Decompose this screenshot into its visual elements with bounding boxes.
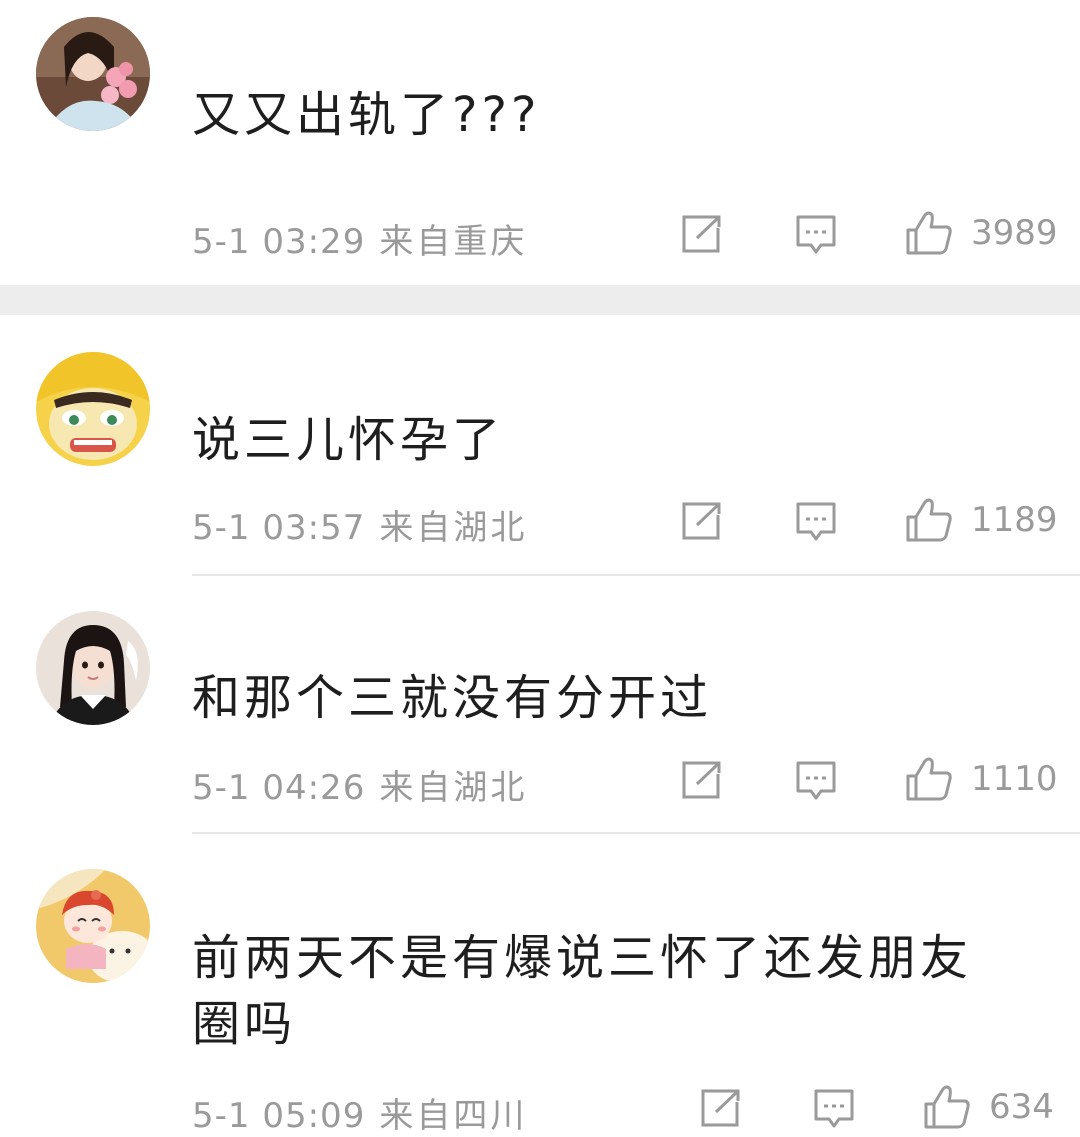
avatar[interactable] bbox=[36, 17, 150, 131]
like-button[interactable]: 634 bbox=[923, 1084, 1054, 1130]
like-icon bbox=[906, 757, 952, 801]
like-button[interactable]: 3989 bbox=[905, 210, 1058, 256]
comment-location: 来自湖北 bbox=[379, 508, 528, 548]
comment-item: 前两天不是有爆说三怀了还发朋友圈吗 5-1 05:09 来自四川 634 bbox=[0, 834, 1080, 1137]
comment-location: 来自湖北 bbox=[379, 768, 528, 808]
like-button[interactable]: 1110 bbox=[905, 756, 1058, 802]
comment-location: 来自四川 bbox=[379, 1096, 528, 1136]
comment-icon bbox=[796, 502, 836, 541]
comment-meta: 5-1 05:09 来自四川 bbox=[192, 1088, 527, 1137]
comment-meta: 5-1 04:26 来自湖北 bbox=[192, 760, 527, 809]
like-count: 634 bbox=[989, 1087, 1054, 1127]
comment-meta: 5-1 03:57 来自湖北 bbox=[192, 500, 527, 549]
comment-date: 5-1 03:57 bbox=[192, 508, 366, 548]
comment-button[interactable] bbox=[813, 1088, 855, 1130]
like-count: 1110 bbox=[971, 759, 1058, 799]
comment-text: 前两天不是有爆说三怀了还发朋友圈吗 bbox=[192, 930, 973, 1052]
comment-text: 说三儿怀孕了 bbox=[192, 412, 505, 468]
avatar-image bbox=[36, 352, 150, 466]
avatar-image bbox=[36, 611, 150, 725]
comment-item: 说三儿怀孕了 5-1 03:57 来自湖北 1189 bbox=[0, 315, 1080, 577]
comment-button[interactable] bbox=[795, 501, 837, 543]
avatar[interactable] bbox=[36, 352, 150, 466]
like-icon bbox=[906, 498, 952, 542]
comment-item: 和那个三就没有分开过 5-1 04:26 来自湖北 1110 bbox=[0, 576, 1080, 834]
like-icon bbox=[924, 1085, 970, 1129]
share-button[interactable] bbox=[681, 214, 723, 254]
share-icon bbox=[682, 502, 721, 540]
comment-item: 又又出轨了??? 5-1 03:29 来自重庆 3989 bbox=[0, 0, 1080, 285]
comment-icon bbox=[796, 761, 836, 800]
share-icon bbox=[682, 215, 721, 253]
comment-date: 5-1 05:09 bbox=[192, 1096, 366, 1136]
section-divider bbox=[0, 285, 1080, 315]
like-count: 1189 bbox=[971, 500, 1058, 540]
avatar[interactable] bbox=[36, 611, 150, 725]
comment-icon bbox=[796, 215, 836, 254]
comment-location: 来自重庆 bbox=[379, 222, 528, 262]
comment-date: 5-1 04:26 bbox=[192, 768, 366, 808]
share-icon bbox=[701, 1089, 740, 1127]
comment-text: 又又出轨了??? bbox=[192, 87, 541, 143]
share-button[interactable] bbox=[700, 1088, 742, 1128]
comment-icon bbox=[814, 1089, 854, 1128]
share-icon bbox=[682, 761, 721, 799]
comment-date: 5-1 03:29 bbox=[192, 222, 366, 262]
share-button[interactable] bbox=[681, 501, 723, 541]
comment-button[interactable] bbox=[795, 760, 837, 802]
comment-text: 和那个三就没有分开过 bbox=[192, 670, 713, 726]
avatar-image bbox=[36, 869, 150, 983]
like-button[interactable]: 1189 bbox=[905, 497, 1058, 543]
avatar-image bbox=[36, 17, 150, 131]
share-button[interactable] bbox=[681, 760, 723, 800]
like-count: 3989 bbox=[971, 213, 1058, 253]
comment-meta: 5-1 03:29 来自重庆 bbox=[192, 214, 527, 263]
comment-button[interactable] bbox=[795, 214, 837, 256]
like-icon bbox=[906, 211, 952, 255]
avatar[interactable] bbox=[36, 869, 150, 983]
